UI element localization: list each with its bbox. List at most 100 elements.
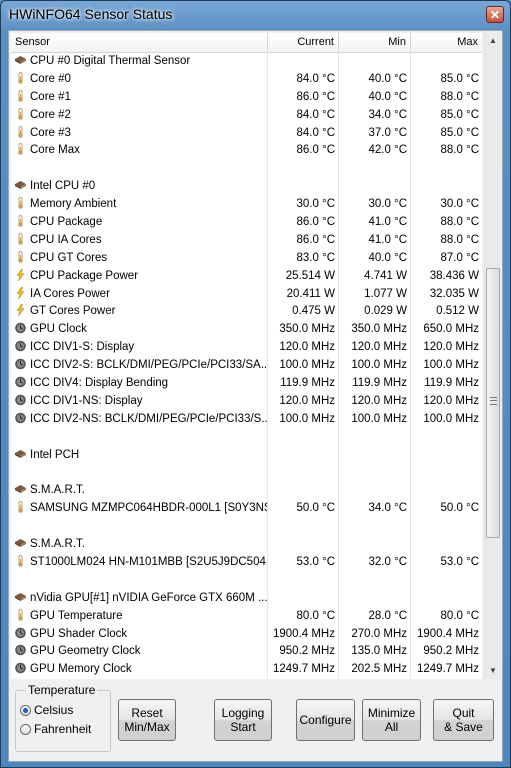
celsius-radio[interactable] [20, 705, 31, 716]
thermometer-icon [14, 215, 27, 227]
table-header: Sensor Current Min Max [11, 33, 482, 53]
scroll-down-arrow-icon[interactable]: ▼ [485, 663, 501, 679]
min-value-cell: 34.0 °C [368, 502, 407, 515]
current-value-cell: 1900.4 MHz [272, 627, 335, 640]
table-row[interactable]: ICC DIV2-S: BCLK/DMI/PEG/PCIe/PCI33/SA..… [11, 357, 482, 375]
thermometer-icon [14, 89, 27, 102]
min-value-cell [339, 447, 410, 465]
max-value-cell: 120.0 MHz [423, 341, 479, 354]
spacer-row [11, 518, 482, 536]
sensor-name: ICC DIV1-S: Display [30, 341, 135, 354]
sensor-group-row[interactable]: Intel CPU #0 [11, 178, 482, 196]
current-value-cell [268, 536, 338, 554]
table-row[interactable]: CPU GT Cores 83.0 °C 40.0 °C 87.0 °C [11, 250, 482, 268]
min-value-cell: 32.0 °C [368, 555, 407, 568]
max-value-cell: 38.436 W [429, 269, 479, 282]
sensor-group-row[interactable]: Intel PCH [11, 447, 482, 465]
sensor-name: nVidia GPU[#1] nVIDIA GeForce GTX 660M .… [30, 591, 267, 604]
reset-min-max-button[interactable]: Reset Min/Max [118, 699, 176, 741]
spacer-row [11, 572, 482, 590]
current-value-cell: 84.0 °C [296, 126, 335, 139]
max-value-cell: 53.0 °C [440, 555, 479, 568]
configure-button[interactable]: Configure [296, 699, 355, 741]
table-row[interactable]: Core Max 86.0 °C 42.0 °C 88.0 °C [11, 142, 482, 160]
column-header-max[interactable]: Max [411, 33, 482, 52]
table-row[interactable]: Core #3 84.0 °C 37.0 °C 85.0 °C [11, 125, 482, 143]
hwinfo-window: HWiNFO64 Sensor Status ✕ Sensor Current … [0, 0, 511, 768]
current-value-cell [268, 53, 338, 71]
scroll-up-arrow-icon[interactable]: ▲ [485, 33, 501, 49]
max-value-cell: 100.0 MHz [423, 359, 479, 372]
min-value-cell: 40.0 °C [368, 251, 407, 264]
min-value-cell [339, 590, 410, 608]
table-row[interactable]: CPU Package Power 25.514 W 4.741 W 38.436 W [11, 268, 482, 286]
chip-icon [14, 537, 27, 549]
sensor-name: GPU Clock [30, 323, 87, 336]
fahrenheit-radio[interactable] [20, 724, 31, 735]
fahrenheit-option[interactable]: Fahrenheit [20, 722, 91, 736]
sensor-name: SAMSUNG MZMPC064HBDR-000L1 [S0Y3NS... [30, 502, 267, 515]
minimize-all-button[interactable]: Minimize All [362, 699, 421, 741]
min-value-cell: 28.0 °C [368, 609, 407, 622]
table-row[interactable]: CPU Package 86.0 °C 41.0 °C 88.0 °C [11, 214, 482, 232]
table-row[interactable]: Core #1 86.0 °C 40.0 °C 88.0 °C [11, 89, 482, 107]
logging-start-button[interactable]: Logging Start [214, 699, 272, 741]
table-row[interactable]: Memory Ambient 30.0 °C 30.0 °C 30.0 °C [11, 196, 482, 214]
sensor-name-cell: CPU Package Power [11, 268, 267, 286]
clock-icon [14, 644, 27, 656]
fahrenheit-label[interactable]: Fahrenheit [34, 722, 91, 736]
spacer-row [11, 464, 482, 482]
scrollbar-thumb[interactable] [486, 268, 500, 538]
quit-save-button[interactable]: Quit & Save [433, 699, 494, 741]
current-value-cell [268, 160, 338, 178]
thermometer-icon [14, 608, 27, 621]
table-row[interactable]: GPU Geometry Clock 950.2 MHz 135.0 MHz 950.… [11, 643, 482, 661]
close-button[interactable]: ✕ [486, 6, 504, 23]
sensor-name-cell: ICC DIV1-S: Display [11, 339, 267, 357]
table-row[interactable]: Core #2 84.0 °C 34.0 °C 85.0 °C [11, 107, 482, 125]
celsius-label[interactable]: Celsius [34, 703, 73, 717]
table-row[interactable]: GPU Memory Clock 1249.7 MHz 202.5 MHz 1249.… [11, 661, 482, 679]
sensor-name: Intel PCH [30, 448, 80, 461]
current-value-cell: 120.0 MHz [279, 341, 335, 354]
min-value-cell: 100.0 MHz [351, 359, 407, 372]
max-value-cell [411, 53, 482, 71]
column-header-current[interactable]: Current [268, 33, 338, 52]
sensor-group-row[interactable]: nVidia GPU[#1] nVIDIA GeForce GTX 660M .… [11, 590, 482, 608]
table-row[interactable]: GPU Shader Clock 1900.4 MHz 270.0 MHz 1900.… [11, 626, 482, 644]
max-value-cell: 80.0 °C [440, 609, 479, 622]
column-header-min[interactable]: Min [339, 33, 410, 52]
title-bar[interactable]: HWiNFO64 Sensor Status ✕ [1, 1, 510, 29]
sensor-name-cell: CPU GT Cores [11, 250, 267, 268]
thermometer-icon [14, 501, 27, 514]
table-row[interactable]: GPU Temperature 80.0 °C 28.0 °C 80.0 °C [11, 608, 482, 626]
table-row[interactable]: IA Cores Power 20.411 W 1.077 W 32.035 W [11, 286, 482, 304]
sensor-group-row[interactable]: CPU #0 Digital Thermal Sensor [11, 53, 482, 71]
column-header-sensor[interactable]: Sensor [11, 33, 267, 52]
vertical-scrollbar[interactable]: ▲ ▼ [484, 33, 501, 679]
sensor-name-cell: Core #3 [11, 125, 267, 143]
sensor-name: S.M.A.R.T. [30, 538, 85, 551]
max-value-cell [411, 482, 482, 500]
table-row[interactable]: SAMSUNG MZMPC064HBDR-000L1 [S0Y3NS... 50.… [11, 500, 482, 518]
thermometer-icon [14, 554, 27, 567]
sensor-group-row[interactable]: S.M.A.R.T. [11, 482, 482, 500]
min-value-cell: 202.5 MHz [351, 663, 407, 676]
min-value-cell [339, 160, 410, 178]
min-value-cell: 42.0 °C [368, 144, 407, 157]
celsius-option[interactable]: Celsius [20, 703, 73, 717]
table-row[interactable]: CPU IA Cores 86.0 °C 41.0 °C 88.0 °C [11, 232, 482, 250]
max-value-cell [411, 160, 482, 178]
sensor-group-row[interactable]: S.M.A.R.T. [11, 536, 482, 554]
table-row[interactable]: Core #0 84.0 °C 40.0 °C 85.0 °C [11, 71, 482, 89]
table-row[interactable]: ICC DIV1-S: Display 120.0 MHz 120.0 MHz 120… [11, 339, 482, 357]
table-row[interactable]: GPU Clock 350.0 MHz 350.0 MHz 650.0 MHz [11, 321, 482, 339]
table-row[interactable]: ST1000LM024 HN-M101MBB [S2U5J9DC504... 53… [11, 554, 482, 572]
max-value-cell: 88.0 °C [440, 144, 479, 157]
spacer-row [11, 429, 482, 447]
table-row[interactable]: ICC DIV4: Display Bending 119.9 MHz 119.9 … [11, 375, 482, 393]
table-row[interactable]: ICC DIV1-NS: Display 120.0 MHz 120.0 MHz 12… [11, 393, 482, 411]
temperature-legend: Temperature [26, 683, 98, 697]
table-row[interactable]: ICC DIV2-NS: BCLK/DMI/PEG/PCIe/PCI33/S..… [11, 411, 482, 429]
table-row[interactable]: GT Cores Power 0.475 W 0.029 W 0.512 W [11, 303, 482, 321]
